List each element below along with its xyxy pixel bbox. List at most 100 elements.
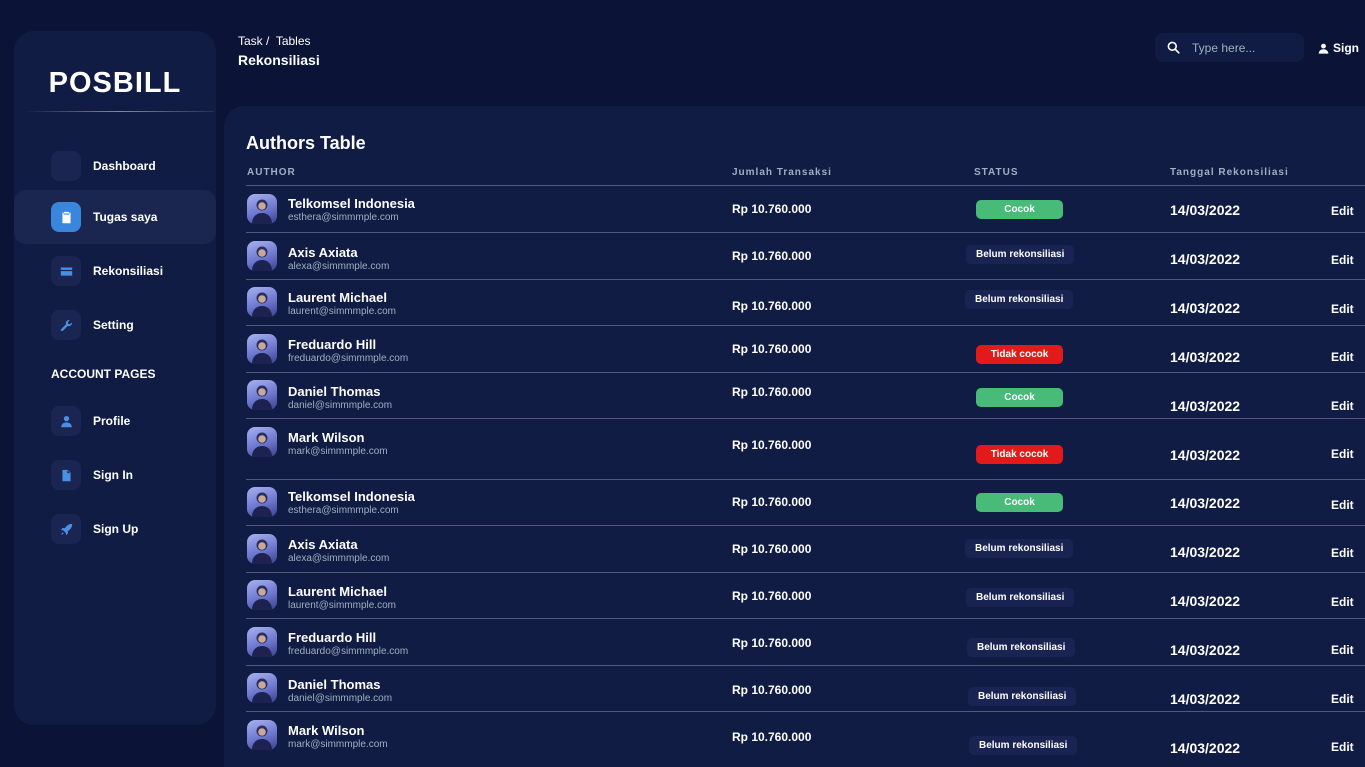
status-badge: Belum rekonsiliasi — [968, 687, 1077, 706]
edit-button[interactable]: Edit — [1331, 253, 1354, 267]
sidebar-item-profile[interactable]: Profile — [14, 394, 216, 448]
transaction-amount: Rp 10.760.000 — [732, 683, 812, 697]
breadcrumb-root[interactable]: Task — [238, 34, 263, 48]
table-title: Authors Table — [246, 133, 366, 153]
status-badge: Cocok — [976, 388, 1063, 407]
author-name: Laurent Michael — [288, 584, 387, 599]
edit-button[interactable]: Edit — [1331, 399, 1354, 413]
edit-button[interactable]: Edit — [1331, 204, 1354, 218]
search-box — [1155, 33, 1304, 62]
author-name: Mark Wilson — [288, 723, 365, 738]
row-divider — [246, 525, 1365, 526]
author-name: Freduardo Hill — [288, 630, 377, 645]
reconciliation-date: 14/03/2022 — [1170, 642, 1241, 658]
edit-button[interactable]: Edit — [1331, 692, 1354, 706]
reconciliation-date: 14/03/2022 — [1170, 691, 1241, 707]
status-badge: Belum rekonsiliasi — [967, 638, 1076, 657]
reconciliation-date: 14/03/2022 — [1170, 202, 1241, 218]
edit-button[interactable]: Edit — [1331, 740, 1354, 754]
person-icon — [1318, 43, 1329, 54]
sidebar-item-sign-in[interactable]: Sign In — [14, 448, 216, 502]
transaction-amount: Rp 10.760.000 — [732, 299, 812, 313]
breadcrumb: Task / Tables — [238, 34, 311, 48]
sidebar-item-label: Profile — [93, 414, 131, 428]
transaction-amount: Rp 10.760.000 — [732, 438, 812, 452]
sidebar-item-label: Sign In — [93, 468, 133, 482]
sidebar-item-dashboard[interactable]: Dashboard — [14, 139, 216, 193]
sidebar-item-rekonsiliasi[interactable]: Rekonsiliasi — [14, 244, 216, 298]
author-name: Telkomsel Indonesia — [288, 196, 415, 211]
author-name: Mark Wilson — [288, 430, 365, 445]
edit-button[interactable]: Edit — [1331, 447, 1354, 461]
sidebar-item-tugas-saya[interactable]: Tugas saya — [14, 190, 216, 244]
author-name: Laurent Michael — [288, 290, 387, 305]
search-input[interactable] — [1192, 40, 1302, 55]
author-name: Axis Axiata — [288, 245, 358, 260]
author-email: esthera@simmmple.com — [288, 505, 399, 516]
sidebar-item-label: Tugas saya — [93, 210, 158, 224]
sidebar-item-setting[interactable]: Setting — [14, 298, 216, 352]
author-email: freduardo@simmmple.com — [288, 646, 409, 657]
author-email: esthera@simmmple.com — [288, 212, 399, 223]
author-email: daniel@simmmple.com — [288, 400, 393, 411]
author-email: laurent@simmmple.com — [288, 600, 396, 611]
reconciliation-date: 14/03/2022 — [1170, 349, 1241, 365]
reconciliation-date: 14/03/2022 — [1170, 495, 1241, 511]
column-header-amount: Jumlah Transaksi — [732, 167, 832, 178]
avatar — [247, 334, 277, 364]
rocket-icon — [51, 514, 81, 544]
sidebar-item-sign-up[interactable]: Sign Up — [14, 502, 216, 556]
author-email: mark@simmmple.com — [288, 739, 388, 750]
row-divider — [246, 572, 1365, 573]
row-divider — [246, 665, 1365, 666]
avatar — [247, 580, 277, 610]
author-email: freduardo@simmmple.com — [288, 353, 409, 364]
transaction-amount: Rp 10.760.000 — [732, 385, 812, 399]
edit-button[interactable]: Edit — [1331, 595, 1354, 609]
sidebar-item-label: Dashboard — [93, 159, 156, 173]
edit-button[interactable]: Edit — [1331, 546, 1354, 560]
authors-table-card: Authors Table AUTHOR Jumlah Transaksi ST… — [224, 106, 1365, 767]
credit-card-icon — [51, 256, 81, 286]
transaction-amount: Rp 10.760.000 — [732, 730, 812, 744]
avatar — [247, 287, 277, 317]
avatar — [247, 427, 277, 457]
edit-button[interactable]: Edit — [1331, 643, 1354, 657]
edit-button[interactable]: Edit — [1331, 350, 1354, 364]
row-divider — [246, 372, 1365, 373]
header-divider — [246, 185, 1365, 186]
sign-in-link[interactable]: Sign — [1318, 41, 1359, 55]
status-badge: Belum rekonsiliasi — [966, 588, 1075, 607]
status-badge: Tidak cocok — [976, 445, 1063, 464]
clipboard-icon — [51, 202, 81, 232]
avatar — [247, 627, 277, 657]
section-title: ACCOUNT PAGES — [51, 367, 156, 381]
page-title: Rekonsiliasi — [238, 52, 320, 68]
transaction-amount: Rp 10.760.000 — [732, 589, 812, 603]
column-header-author: AUTHOR — [247, 167, 296, 178]
sidebar: POSBILL Dashboard Tugas saya Rekonsilias… — [14, 31, 216, 725]
transaction-amount: Rp 10.760.000 — [732, 636, 812, 650]
sign-label: Sign — [1333, 41, 1359, 55]
status-badge: Belum rekonsiliasi — [966, 245, 1075, 264]
avatar — [247, 380, 277, 410]
transaction-amount: Rp 10.760.000 — [732, 249, 812, 263]
row-divider — [246, 479, 1365, 480]
breadcrumb-current: Tables — [275, 34, 311, 48]
author-name: Daniel Thomas — [288, 677, 381, 692]
reconciliation-date: 14/03/2022 — [1170, 251, 1241, 267]
row-divider — [246, 711, 1365, 712]
column-header-status: STATUS — [974, 167, 1019, 178]
wrench-icon — [51, 310, 81, 340]
edit-button[interactable]: Edit — [1331, 498, 1354, 512]
status-badge: Belum rekonsiliasi — [969, 736, 1078, 755]
row-divider — [246, 325, 1365, 326]
reconciliation-date: 14/03/2022 — [1170, 740, 1241, 756]
transaction-amount: Rp 10.760.000 — [732, 495, 812, 509]
dashboard-icon — [51, 151, 81, 181]
breadcrumb-separator: / — [262, 34, 276, 48]
author-name: Freduardo Hill — [288, 337, 377, 352]
avatar — [247, 487, 277, 517]
edit-button[interactable]: Edit — [1331, 302, 1354, 316]
avatar — [247, 534, 277, 564]
